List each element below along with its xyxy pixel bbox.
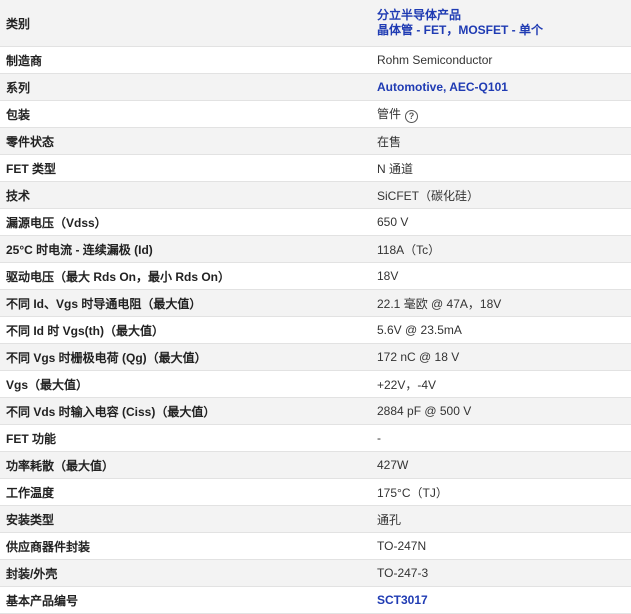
attr-label: 零件状态: [0, 127, 367, 155]
table-row-ciss: 不同 Vds 时输入电容 (Ciss)（最大值） 2884 pF @ 500 V: [0, 397, 631, 425]
table-row-packaging: 包装 管件?: [0, 100, 631, 128]
attr-value: 118A（Tc）: [367, 235, 631, 263]
table-row-temp: 工作温度 175°C（TJ）: [0, 478, 631, 506]
attr-value: Rohm Semiconductor: [367, 46, 631, 74]
category-link-discrete[interactable]: 分立半导体产品: [377, 8, 625, 23]
attr-value: +22V，-4V: [367, 370, 631, 398]
attr-label: 25°C 时电流 - 连续漏极 (Id): [0, 235, 367, 263]
table-row-supplier-pkg: 供应商器件封装 TO-247N: [0, 532, 631, 560]
attr-label: 功率耗散（最大值）: [0, 451, 367, 479]
product-attributes-table: 类别 分立半导体产品 晶体管 - FET，MOSFET - 单个 制造商 Roh…: [0, 0, 631, 614]
table-row-technology: 技术 SiCFET（碳化硅）: [0, 181, 631, 209]
attr-value: 18V: [367, 262, 631, 290]
table-row-vgs-th: 不同 Id 时 Vgs(th)（最大值） 5.6V @ 23.5mA: [0, 316, 631, 344]
attr-value: 分立半导体产品 晶体管 - FET，MOSFET - 单个: [367, 0, 631, 47]
attr-value: 在售: [367, 127, 631, 155]
attr-label: 不同 Vgs 时栅极电荷 (Qg)（最大值）: [0, 343, 367, 371]
attr-label: 封装/外壳: [0, 559, 367, 587]
attr-label: 安装类型: [0, 505, 367, 533]
attr-label: 工作温度: [0, 478, 367, 506]
attr-value: 管件?: [367, 100, 631, 128]
attr-value: TO-247-3: [367, 559, 631, 587]
table-row-vdss: 漏源电压（Vdss） 650 V: [0, 208, 631, 236]
attr-label: 制造商: [0, 46, 367, 74]
attr-label: 驱动电压（最大 Rds On，最小 Rds On）: [0, 262, 367, 290]
packaging-value: 管件: [377, 107, 402, 121]
attr-label: 类别: [0, 0, 367, 47]
category-link-fet-mosfet[interactable]: 晶体管 - FET，MOSFET - 单个: [377, 23, 625, 38]
attr-label: Vgs（最大值）: [0, 370, 367, 398]
table-row-base-part: 基本产品编号 SCT3017: [0, 586, 631, 614]
attr-label: FET 类型: [0, 154, 367, 182]
attr-value: 427W: [367, 451, 631, 479]
attr-value: SCT3017: [367, 586, 631, 614]
attr-value: N 通道: [367, 154, 631, 182]
attr-value: 175°C（TJ）: [367, 478, 631, 506]
series-link[interactable]: Automotive, AEC-Q101: [377, 80, 508, 94]
table-row-series: 系列 Automotive, AEC-Q101: [0, 73, 631, 101]
attr-value: SiCFET（碳化硅）: [367, 181, 631, 209]
attr-value: -: [367, 424, 631, 452]
attr-label: 不同 Id、Vgs 时导通电阻（最大值）: [0, 289, 367, 317]
attr-label: 包装: [0, 100, 367, 128]
table-row-part-status: 零件状态 在售: [0, 127, 631, 155]
table-row-fet-feature: FET 功能 -: [0, 424, 631, 452]
attr-label: 不同 Vds 时输入电容 (Ciss)（最大值）: [0, 397, 367, 425]
attr-label: 漏源电压（Vdss）: [0, 208, 367, 236]
attr-label: 供应商器件封装: [0, 532, 367, 560]
table-row-power: 功率耗散（最大值） 427W: [0, 451, 631, 479]
attr-value: 650 V: [367, 208, 631, 236]
attr-value: Automotive, AEC-Q101: [367, 73, 631, 101]
attr-label: 技术: [0, 181, 367, 209]
attr-value: 172 nC @ 18 V: [367, 343, 631, 371]
help-icon[interactable]: ?: [405, 110, 419, 123]
base-part-link[interactable]: SCT3017: [377, 593, 428, 607]
attr-label: 基本产品编号: [0, 586, 367, 614]
table-row-id-25c: 25°C 时电流 - 连续漏极 (Id) 118A（Tc）: [0, 235, 631, 263]
table-row-category: 类别 分立半导体产品 晶体管 - FET，MOSFET - 单个: [0, 0, 631, 47]
attr-value: 5.6V @ 23.5mA: [367, 316, 631, 344]
attr-value: 2884 pF @ 500 V: [367, 397, 631, 425]
attr-label: 不同 Id 时 Vgs(th)（最大值）: [0, 316, 367, 344]
table-row-manufacturer: 制造商 Rohm Semiconductor: [0, 46, 631, 74]
table-row-fet-type: FET 类型 N 通道: [0, 154, 631, 182]
attr-label: FET 功能: [0, 424, 367, 452]
attr-label: 系列: [0, 73, 367, 101]
attr-value: 22.1 毫欧 @ 47A，18V: [367, 289, 631, 317]
table-row-drive-voltage: 驱动电压（最大 Rds On，最小 Rds On） 18V: [0, 262, 631, 290]
table-row-mount: 安装类型 通孔: [0, 505, 631, 533]
table-row-rds-on: 不同 Id、Vgs 时导通电阻（最大值） 22.1 毫欧 @ 47A，18V: [0, 289, 631, 317]
attr-value: 通孔: [367, 505, 631, 533]
table-row-qg: 不同 Vgs 时栅极电荷 (Qg)（最大值） 172 nC @ 18 V: [0, 343, 631, 371]
table-row-vgs-max: Vgs（最大值） +22V，-4V: [0, 370, 631, 398]
table-row-case: 封装/外壳 TO-247-3: [0, 559, 631, 587]
attr-value: TO-247N: [367, 532, 631, 560]
